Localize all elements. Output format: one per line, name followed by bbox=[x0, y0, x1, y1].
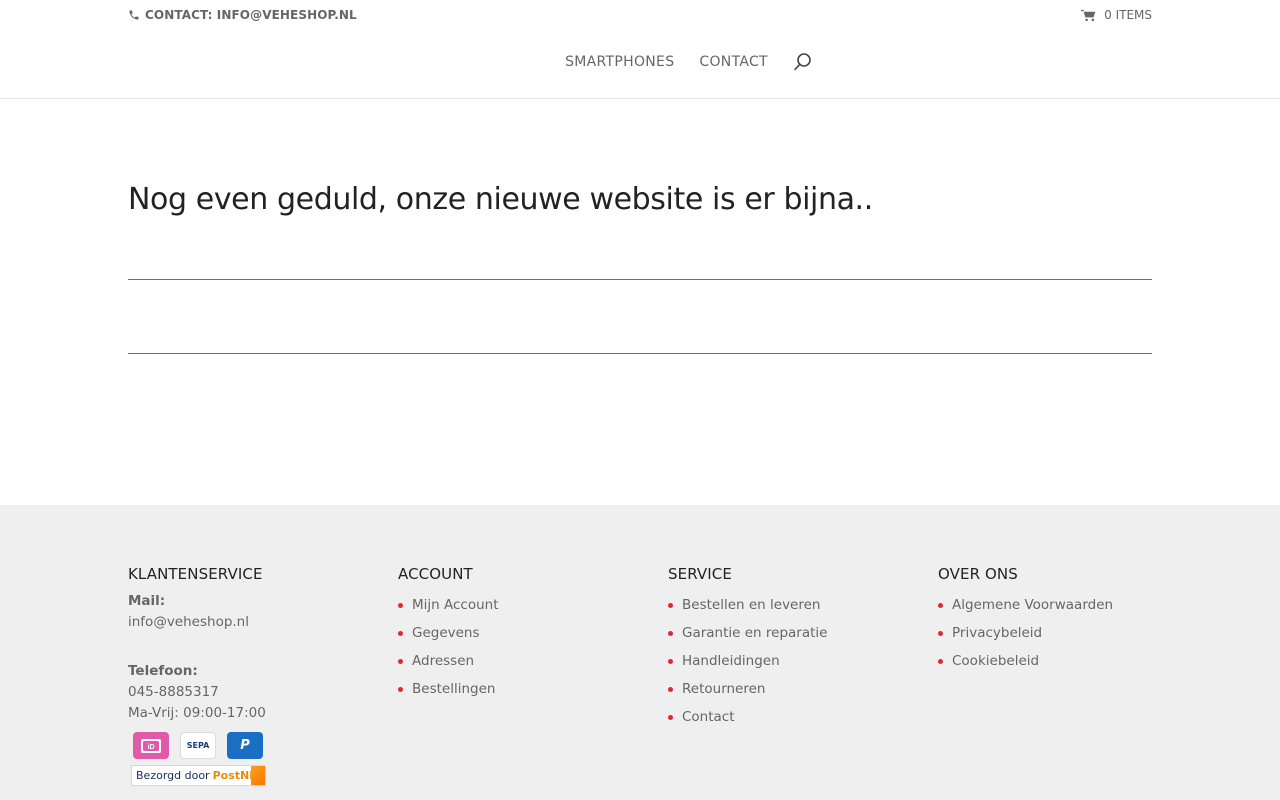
footer: KLANTENSERVICE Mail: info@veheshop.nl Te… bbox=[0, 505, 1280, 800]
cart-count: 0 ITEMS bbox=[1104, 8, 1152, 22]
phone-block: Telefoon: 045-8885317 Ma-Vrij: 09:00-17:… bbox=[128, 661, 368, 724]
footer-heading-klantenservice: KLANTENSERVICE bbox=[128, 565, 263, 583]
footer-col-klantenservice: KLANTENSERVICE Mail: info@veheshop.nl Te… bbox=[128, 565, 368, 724]
cart-icon bbox=[1081, 9, 1096, 21]
phone-icon bbox=[129, 10, 139, 20]
footer-heading-service: SERVICE bbox=[668, 565, 732, 583]
postnl-prefix: Bezorgd door bbox=[136, 769, 210, 782]
postnl-badge: Bezorgd door PostNL bbox=[131, 765, 266, 786]
opening-hours: Ma-Vrij: 09:00-17:00 bbox=[128, 705, 266, 721]
page-title: Nog even geduld, onze nieuwe website is … bbox=[128, 182, 873, 217]
footer-link-voorwaarden[interactable]: Algemene Voorwaarden bbox=[938, 591, 1178, 619]
search-icon bbox=[794, 53, 811, 71]
nav-item-contact[interactable]: CONTACT bbox=[699, 54, 768, 70]
svg-text:iD: iD bbox=[148, 744, 155, 751]
footer-link-handleidingen[interactable]: Handleidingen bbox=[668, 647, 908, 675]
ideal-icon: iD bbox=[133, 732, 169, 759]
postnl-flag-icon bbox=[251, 766, 265, 785]
contact-info[interactable]: CONTACT: INFO@VEHESHOP.NL bbox=[128, 8, 357, 22]
mail-block: Mail: info@veheshop.nl bbox=[128, 591, 368, 633]
mail-label: Mail: bbox=[128, 593, 166, 609]
phone-label: Telefoon: bbox=[128, 663, 198, 679]
payment-methods: iD SEPA P bbox=[133, 732, 263, 759]
footer-link-bestellen[interactable]: Bestellen en leveren bbox=[668, 591, 908, 619]
top-bar: CONTACT: INFO@VEHESHOP.NL 0 ITEMS bbox=[128, 8, 1152, 28]
footer-col-account: ACCOUNT Mijn Account Gegevens Adressen B… bbox=[398, 565, 638, 703]
footer-col-over-ons: OVER ONS Algemene Voorwaarden Privacybel… bbox=[938, 565, 1178, 675]
footer-link-privacy[interactable]: Privacybeleid bbox=[938, 619, 1178, 647]
footer-link-contact[interactable]: Contact bbox=[668, 703, 908, 731]
paypal-icon: P bbox=[227, 732, 263, 759]
footer-heading-over-ons: OVER ONS bbox=[938, 565, 1018, 583]
phone-value[interactable]: 045-8885317 bbox=[128, 684, 219, 700]
contact-text: CONTACT: INFO@VEHESHOP.NL bbox=[145, 8, 357, 22]
footer-heading-account: ACCOUNT bbox=[398, 565, 473, 583]
footer-link-cookies[interactable]: Cookiebeleid bbox=[938, 647, 1178, 675]
sepa-icon: SEPA bbox=[180, 732, 216, 759]
footer-link-adressen[interactable]: Adressen bbox=[398, 647, 638, 675]
nav-item-smartphones[interactable]: SMARTPHONES bbox=[565, 54, 674, 70]
footer-link-retourneren[interactable]: Retourneren bbox=[668, 675, 908, 703]
footer-link-garantie[interactable]: Garantie en reparatie bbox=[668, 619, 908, 647]
search-button[interactable] bbox=[793, 52, 813, 72]
footer-link-bestellingen[interactable]: Bestellingen bbox=[398, 675, 638, 703]
footer-col-service: SERVICE Bestellen en leveren Garantie en… bbox=[668, 565, 908, 731]
divider-top bbox=[128, 279, 1152, 280]
divider-bottom bbox=[128, 353, 1152, 354]
main-nav: SMARTPHONES CONTACT bbox=[0, 52, 1280, 72]
cart-link[interactable]: 0 ITEMS bbox=[1081, 8, 1152, 22]
mail-value[interactable]: info@veheshop.nl bbox=[128, 614, 249, 630]
footer-link-mijn-account[interactable]: Mijn Account bbox=[398, 591, 638, 619]
postnl-brand: PostNL bbox=[212, 769, 257, 782]
header-divider bbox=[0, 98, 1280, 99]
footer-link-gegevens[interactable]: Gegevens bbox=[398, 619, 638, 647]
